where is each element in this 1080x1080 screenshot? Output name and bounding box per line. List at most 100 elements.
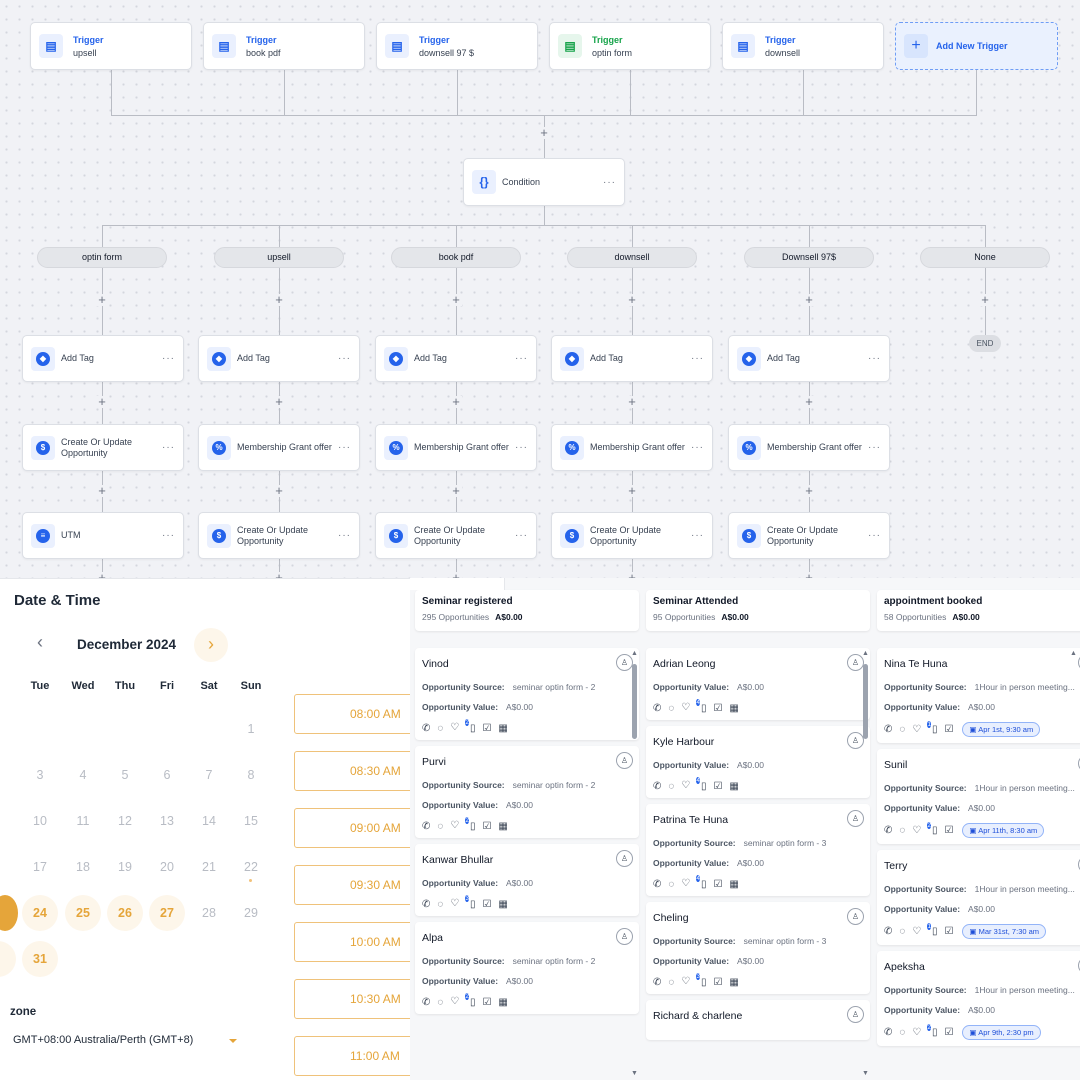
action-node[interactable]: ◆ Add Tag ··· bbox=[375, 335, 537, 382]
more-options-icon[interactable]: ··· bbox=[868, 442, 881, 453]
trigger-node[interactable]: ▤ Trigger upsell bbox=[30, 22, 192, 70]
action-node[interactable]: ≡ UTM ··· bbox=[22, 512, 184, 559]
add-step-button[interactable]: + bbox=[803, 395, 815, 408]
opportunity-card[interactable]: Nina Te Huna♙Opportunity Source:1Hour in… bbox=[877, 648, 1080, 743]
more-options-icon[interactable]: ··· bbox=[338, 530, 351, 541]
time-slot-button[interactable]: 11:00 AM bbox=[294, 1036, 424, 1076]
calendar-add-icon[interactable]: ▦ bbox=[498, 723, 507, 734]
note-icon[interactable]: ▯ bbox=[701, 703, 707, 714]
time-slot-button[interactable]: 08:00 AM bbox=[294, 694, 424, 734]
phone-icon[interactable]: ✆ bbox=[422, 997, 430, 1008]
chat-icon[interactable]: ◌ bbox=[437, 723, 443, 734]
date-edge[interactable] bbox=[0, 941, 16, 977]
time-slot-button[interactable]: 10:00 AM bbox=[294, 922, 424, 962]
task-icon[interactable]: ☑ bbox=[713, 879, 722, 890]
more-options-icon[interactable]: ··· bbox=[515, 530, 528, 541]
task-icon[interactable]: ☑ bbox=[713, 977, 722, 988]
chat-icon[interactable]: ◌ bbox=[899, 926, 905, 937]
note-icon[interactable]: ▯ bbox=[932, 825, 938, 836]
phone-icon[interactable]: ✆ bbox=[884, 926, 892, 937]
note-icon[interactable]: ▯ bbox=[932, 1027, 938, 1038]
opportunity-card[interactable]: Alpa ♙ Opportunity Source: seminar optin fo… bbox=[415, 922, 639, 1014]
action-node[interactable]: $ Create Or Update Opportunity ··· bbox=[375, 512, 537, 559]
tag-icon[interactable]: ♡ 4 bbox=[681, 875, 700, 890]
opportunity-card[interactable]: Terry♙Opportunity Source:1Hour in person… bbox=[877, 850, 1080, 945]
phone-icon[interactable]: ✆ bbox=[653, 879, 661, 890]
opportunity-card[interactable]: Sunil♙Opportunity Source:1Hour in person… bbox=[877, 749, 1080, 844]
task-icon[interactable]: ☑ bbox=[482, 723, 491, 734]
more-options-icon[interactable]: ··· bbox=[515, 353, 528, 364]
task-icon[interactable]: ☑ bbox=[944, 926, 953, 937]
branch-label[interactable]: Downsell 97$ bbox=[744, 247, 874, 268]
assign-user-icon[interactable]: ♙ bbox=[847, 1006, 864, 1023]
add-step-button[interactable]: + bbox=[450, 293, 462, 306]
timezone-select[interactable]: GMT+08:00 Australia/Perth (GMT+8) bbox=[13, 1034, 193, 1046]
note-icon[interactable]: ▯ bbox=[701, 781, 707, 792]
more-options-icon[interactable]: ··· bbox=[868, 530, 881, 541]
scroll-down-icon[interactable]: ▼ bbox=[862, 1070, 869, 1077]
phone-icon[interactable]: ✆ bbox=[422, 723, 430, 734]
opportunity-card[interactable]: Kyle Harbour ♙ Opportunity Value: A$0.00 ✆ ◌ ♡… bbox=[646, 726, 870, 798]
chat-icon[interactable]: ◌ bbox=[899, 724, 905, 735]
add-step-button[interactable]: + bbox=[803, 484, 815, 497]
opportunity-card[interactable]: Kanwar Bhullar ♙ Opportunity Value: A$0.00 ✆… bbox=[415, 844, 639, 916]
branch-label[interactable]: upsell bbox=[214, 247, 344, 268]
chat-icon[interactable]: ◌ bbox=[668, 977, 674, 988]
scroll-up-icon[interactable]: ▲ bbox=[1070, 650, 1077, 657]
action-node[interactable]: $ Create Or Update Opportunity ··· bbox=[728, 512, 890, 559]
action-node[interactable]: % Membership Grant offer ··· bbox=[728, 424, 890, 471]
more-options-icon[interactable]: ··· bbox=[162, 530, 175, 541]
scroll-up-icon[interactable]: ▲ bbox=[862, 650, 869, 657]
trigger-node[interactable]: ▤ Trigger downsell bbox=[722, 22, 884, 70]
appointment-badge[interactable]: ▣ Mar 31st, 7:30 am bbox=[962, 924, 1047, 939]
add-step-button[interactable]: + bbox=[979, 293, 991, 306]
action-node[interactable]: $ Create Or Update Opportunity ··· bbox=[198, 512, 360, 559]
calendar-add-icon[interactable]: ▦ bbox=[498, 821, 507, 832]
chat-icon[interactable]: ◌ bbox=[899, 825, 905, 836]
chat-icon[interactable]: ◌ bbox=[437, 899, 443, 910]
assign-user-icon[interactable]: ♙ bbox=[847, 908, 864, 925]
tag-icon[interactable]: ♡ 1 bbox=[912, 720, 931, 736]
trigger-node[interactable]: ▤ Trigger book pdf bbox=[203, 22, 365, 70]
date-cell[interactable]: 24 bbox=[22, 895, 58, 931]
phone-icon[interactable]: ✆ bbox=[884, 825, 892, 836]
chat-icon[interactable]: ◌ bbox=[668, 879, 674, 890]
add-step-button[interactable]: + bbox=[450, 484, 462, 497]
phone-icon[interactable]: ✆ bbox=[884, 1027, 892, 1038]
branch-label[interactable]: book pdf bbox=[391, 247, 521, 268]
tag-icon[interactable]: ♡ 2 bbox=[450, 993, 469, 1008]
action-node[interactable]: ◆ Add Tag ··· bbox=[22, 335, 184, 382]
time-slot-button[interactable]: 08:30 AM bbox=[294, 751, 424, 791]
task-icon[interactable]: ☑ bbox=[482, 899, 491, 910]
task-icon[interactable]: ☑ bbox=[482, 997, 491, 1008]
tag-icon[interactable]: ♡ 4 bbox=[681, 777, 700, 792]
branch-label[interactable]: downsell bbox=[567, 247, 697, 268]
calendar-add-icon[interactable]: ▦ bbox=[729, 781, 738, 792]
action-node[interactable]: $ Create Or Update Opportunity ··· bbox=[22, 424, 184, 471]
opportunity-card[interactable]: Cheling ♙ Opportunity Source: seminar optin… bbox=[646, 902, 870, 994]
date-cell[interactable]: 26 bbox=[107, 895, 143, 931]
workflow-canvas[interactable]: + ▤ Trigger upsell ▤ Trigger book pdf ▤ Trigger d… bbox=[0, 0, 1080, 578]
add-step-button[interactable]: + bbox=[96, 395, 108, 408]
more-options-icon[interactable]: ··· bbox=[691, 353, 704, 364]
assign-user-icon[interactable]: ♙ bbox=[616, 752, 633, 769]
more-options-icon[interactable]: ··· bbox=[162, 353, 175, 364]
task-icon[interactable]: ☑ bbox=[944, 1027, 953, 1038]
action-node[interactable]: ◆ Add Tag ··· bbox=[728, 335, 890, 382]
add-new-trigger-button[interactable]: + Add New Trigger bbox=[895, 22, 1058, 70]
prev-month-icon[interactable]: ‹ bbox=[37, 632, 43, 653]
assign-user-icon[interactable]: ♙ bbox=[847, 732, 864, 749]
branch-label[interactable]: None bbox=[920, 247, 1050, 268]
opportunity-card[interactable]: Apeksha♙Opportunity Source:1Hour in pers… bbox=[877, 951, 1080, 1046]
calendar-add-icon[interactable]: ▦ bbox=[498, 997, 507, 1008]
task-icon[interactable]: ☑ bbox=[944, 825, 953, 836]
tag-icon[interactable]: ♡ 2 bbox=[450, 719, 469, 734]
assign-user-icon[interactable]: ♙ bbox=[616, 928, 633, 945]
add-step-button[interactable]: + bbox=[626, 395, 638, 408]
date-cell[interactable]: 31 bbox=[22, 941, 58, 977]
selected-date-edge[interactable] bbox=[0, 895, 18, 931]
action-node[interactable]: $ Create Or Update Opportunity ··· bbox=[551, 512, 713, 559]
phone-icon[interactable]: ✆ bbox=[884, 724, 892, 735]
trigger-node[interactable]: ▤ Trigger optin form bbox=[549, 22, 711, 70]
phone-icon[interactable]: ✆ bbox=[422, 821, 430, 832]
